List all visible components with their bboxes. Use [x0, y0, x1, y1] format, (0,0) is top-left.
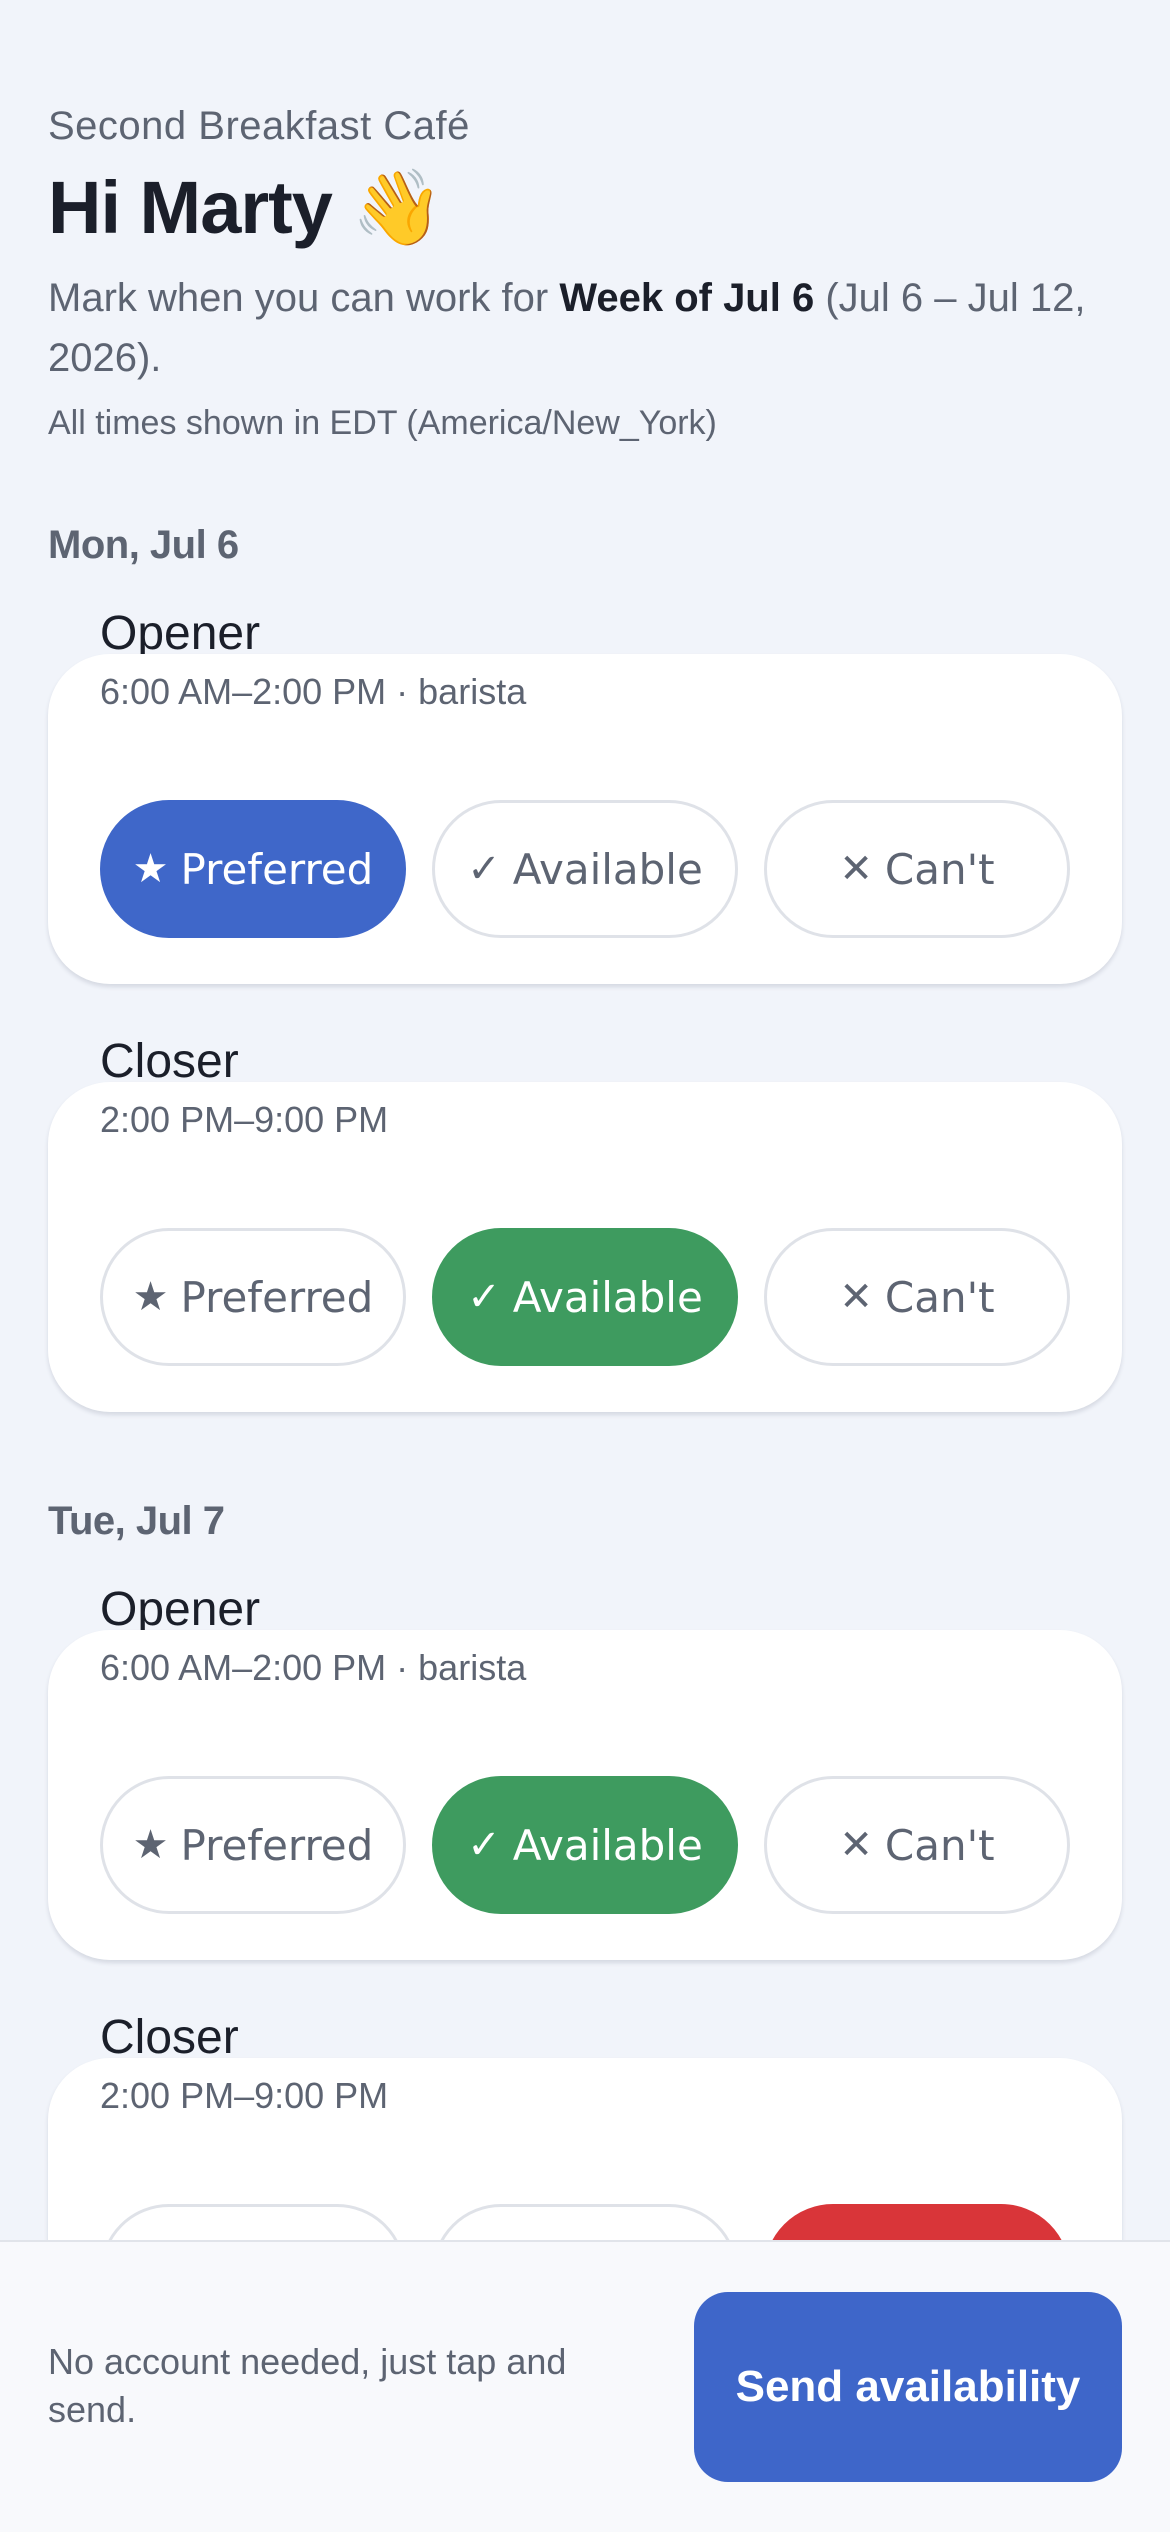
send-availability-button[interactable]: Send availability — [694, 2292, 1122, 2482]
availability-options: ★Preferred ✓Available ✕Can't — [100, 1228, 1070, 1366]
cafe-name: Second Breakfast Café — [48, 104, 470, 148]
preferred-button[interactable]: ★Preferred — [100, 1776, 406, 1914]
close-icon: ✕ — [839, 1274, 873, 1320]
star-icon: ★ — [132, 846, 169, 892]
available-label: Available — [512, 1820, 703, 1870]
shift-time: 6:00 AM–2:00 PM · barista — [100, 671, 527, 712]
shift-block: Opener 6:00 AM–2:00 PM · barista ★ Prefer… — [48, 606, 1122, 984]
availability-options: ★Preferred ✓Available ✕Can't — [100, 800, 1070, 938]
available-label: Available — [512, 844, 703, 894]
check-icon: ✓ — [467, 1274, 501, 1320]
intro-prefix: Mark when you can work for — [48, 276, 560, 320]
cant-button[interactable]: ✕Can't — [764, 800, 1070, 938]
footer-note: No account needed, just tap and send. — [48, 2341, 567, 2430]
intro-week: Week of Jul 6 — [559, 276, 815, 320]
availability-page: Second Breakfast Café Hi Marty 👋 Mark wh… — [0, 0, 1170, 2532]
cant-label: Can't — [884, 1820, 995, 1870]
close-icon: ✕ — [839, 846, 873, 892]
available-label: Available — [512, 1272, 703, 1322]
day-title: Tue, Jul 7 — [48, 1499, 225, 1543]
check-icon: ✓ — [467, 1822, 501, 1868]
close-icon: ✕ — [839, 1822, 873, 1868]
shift-card: 2:00 PM–9:00 PM ★Preferred ✓Available ✕C… — [48, 1082, 1122, 1412]
day-section: Mon, Jul 6 Opener 6:00 AM–2:00 PM · bari… — [48, 520, 1122, 1412]
available-button[interactable]: ✓Available — [432, 800, 738, 938]
footer-bar: No account needed, just tap and send. Se… — [0, 2240, 1170, 2532]
star-icon: ★ — [132, 1274, 169, 1320]
shift-block: Closer 2:00 PM–9:00 PM ★Preferred ✓Avail… — [48, 1034, 1122, 1412]
cant-button[interactable]: ✕Can't — [764, 1228, 1070, 1366]
cant-label: Can't — [884, 844, 995, 894]
shift-time: 2:00 PM–9:00 PM — [100, 1099, 389, 1140]
star-icon: ★ — [132, 1822, 169, 1868]
day-title: Mon, Jul 6 — [48, 523, 239, 567]
intro-text: Mark when you can work for Week of Jul 6… — [48, 268, 1122, 388]
shift-card: 6:00 AM–2:00 PM · barista ★ Preferred ✓ Av… — [48, 1630, 1122, 1960]
page-title: Hi Marty 👋 — [48, 160, 1122, 256]
preferred-button[interactable]: ★Preferred — [100, 1228, 406, 1366]
preferred-label: Preferred — [180, 1272, 374, 1322]
preferred-label: Preferred — [180, 844, 374, 894]
preferred-label: Preferred — [180, 1820, 374, 1870]
timezone-note: All times shown in EDT (America/New_York… — [48, 404, 717, 442]
scroll-content[interactable]: Second Breakfast Café Hi Marty 👋 Mark wh… — [0, 0, 1170, 2388]
greeting-text: Hi Marty — [48, 166, 333, 249]
check-icon: ✓ — [467, 846, 501, 892]
shift-time: 2:00 PM–9:00 PM — [100, 2075, 389, 2116]
cant-label: Can't — [884, 1272, 995, 1322]
shift-time: 6:00 AM–2:00 PM · barista — [100, 1647, 527, 1688]
cant-button[interactable]: ✕Can't — [764, 1776, 1070, 1914]
shift-block: Opener 6:00 AM–2:00 PM · barista ★ Prefer… — [48, 1582, 1122, 1960]
availability-options: ★Preferred ✓Available ✕Can't — [100, 1776, 1070, 1914]
available-button[interactable]: ✓Available — [432, 1776, 738, 1914]
preferred-button[interactable]: ★Preferred — [100, 800, 406, 938]
available-button[interactable]: ✓Available — [432, 1228, 738, 1366]
shift-card: 6:00 AM–2:00 PM · barista ★ Preferred ✓ Av… — [48, 654, 1122, 984]
waving-hand-icon: 👋 — [351, 165, 444, 251]
